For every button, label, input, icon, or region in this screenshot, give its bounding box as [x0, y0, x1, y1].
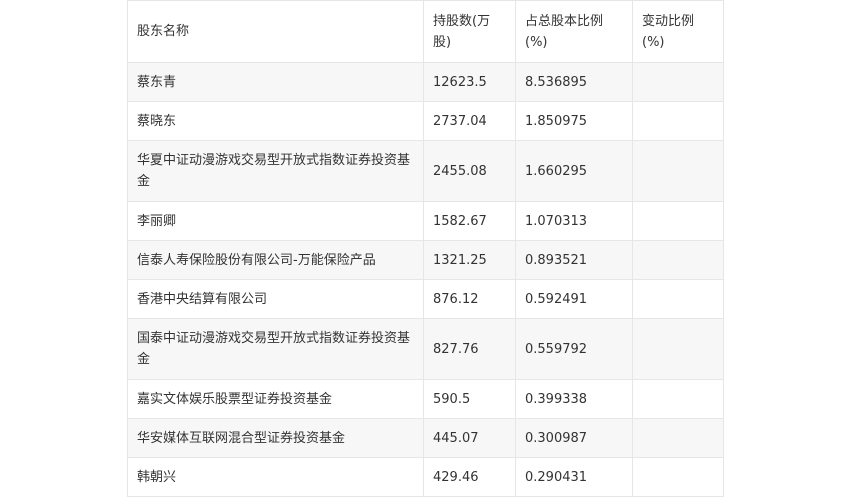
header-shares: 持股数(万股) [423, 0, 516, 63]
shareholder-name-cell: 华夏中证动漫游戏交易型开放式指数证券投资基金 [127, 140, 424, 202]
shares-cell: 1321.25 [423, 240, 516, 280]
ratio-cell: 0.592491 [515, 279, 633, 319]
table-row: 华夏中证动漫游戏交易型开放式指数证券投资基金 2455.08 1.660295 [127, 140, 724, 202]
shareholder-name-cell: 李丽卿 [127, 201, 424, 241]
header-shareholder-name: 股东名称 [127, 0, 424, 63]
table-row: 李丽卿 1582.67 1.070313 [127, 201, 724, 241]
shareholder-name-cell: 信泰人寿保险股份有限公司-万能保险产品 [127, 240, 424, 280]
table-header-row: 股东名称 持股数(万股) 占总股本比例(%) 变动比例(%) [127, 0, 724, 63]
ratio-cell: 0.893521 [515, 240, 633, 280]
shareholder-table-container: 股东名称 持股数(万股) 占总股本比例(%) 变动比例(%) 蔡东青 12623.… [127, 0, 724, 497]
table-row: 韩朝兴 429.46 0.290431 [127, 457, 724, 497]
shareholder-name-cell: 香港中央结算有限公司 [127, 279, 424, 319]
shareholder-name-cell: 蔡东青 [127, 62, 424, 102]
change-cell [632, 240, 724, 280]
table-row: 华安媒体互联网混合型证券投资基金 445.07 0.300987 [127, 418, 724, 458]
table-row: 信泰人寿保险股份有限公司-万能保险产品 1321.25 0.893521 [127, 240, 724, 280]
table-row: 香港中央结算有限公司 876.12 0.592491 [127, 279, 724, 319]
shareholder-name-cell: 嘉实文体娱乐股票型证券投资基金 [127, 379, 424, 419]
shares-cell: 445.07 [423, 418, 516, 458]
shares-cell: 827.76 [423, 318, 516, 380]
ratio-cell: 8.536895 [515, 62, 633, 102]
shares-cell: 2455.08 [423, 140, 516, 202]
change-cell [632, 418, 724, 458]
ratio-cell: 0.290431 [515, 457, 633, 497]
ratio-cell: 0.399338 [515, 379, 633, 419]
ratio-cell: 0.559792 [515, 318, 633, 380]
change-cell [632, 379, 724, 419]
change-cell [632, 101, 724, 141]
shares-cell: 12623.5 [423, 62, 516, 102]
change-cell [632, 62, 724, 102]
shares-cell: 429.46 [423, 457, 516, 497]
shares-cell: 1582.67 [423, 201, 516, 241]
shareholder-name-cell: 韩朝兴 [127, 457, 424, 497]
change-cell [632, 279, 724, 319]
change-cell [632, 457, 724, 497]
table-row: 国泰中证动漫游戏交易型开放式指数证券投资基金 827.76 0.559792 [127, 318, 724, 380]
shares-cell: 2737.04 [423, 101, 516, 141]
ratio-cell: 0.300987 [515, 418, 633, 458]
shareholder-name-cell: 国泰中证动漫游戏交易型开放式指数证券投资基金 [127, 318, 424, 380]
header-change: 变动比例(%) [632, 0, 724, 63]
shareholder-name-cell: 蔡晓东 [127, 101, 424, 141]
ratio-cell: 1.070313 [515, 201, 633, 241]
table-row: 蔡东青 12623.5 8.536895 [127, 62, 724, 102]
shares-cell: 876.12 [423, 279, 516, 319]
change-cell [632, 140, 724, 202]
shareholder-table: 股东名称 持股数(万股) 占总股本比例(%) 变动比例(%) 蔡东青 12623.… [127, 0, 724, 497]
shares-cell: 590.5 [423, 379, 516, 419]
shareholder-name-cell: 华安媒体互联网混合型证券投资基金 [127, 418, 424, 458]
table-row: 蔡晓东 2737.04 1.850975 [127, 101, 724, 141]
change-cell [632, 318, 724, 380]
ratio-cell: 1.850975 [515, 101, 633, 141]
ratio-cell: 1.660295 [515, 140, 633, 202]
header-ratio: 占总股本比例(%) [515, 0, 633, 63]
table-body: 蔡东青 12623.5 8.536895 蔡晓东 2737.04 1.850975 华夏中证… [127, 62, 724, 497]
table-row: 嘉实文体娱乐股票型证券投资基金 590.5 0.399338 [127, 379, 724, 419]
change-cell [632, 201, 724, 241]
